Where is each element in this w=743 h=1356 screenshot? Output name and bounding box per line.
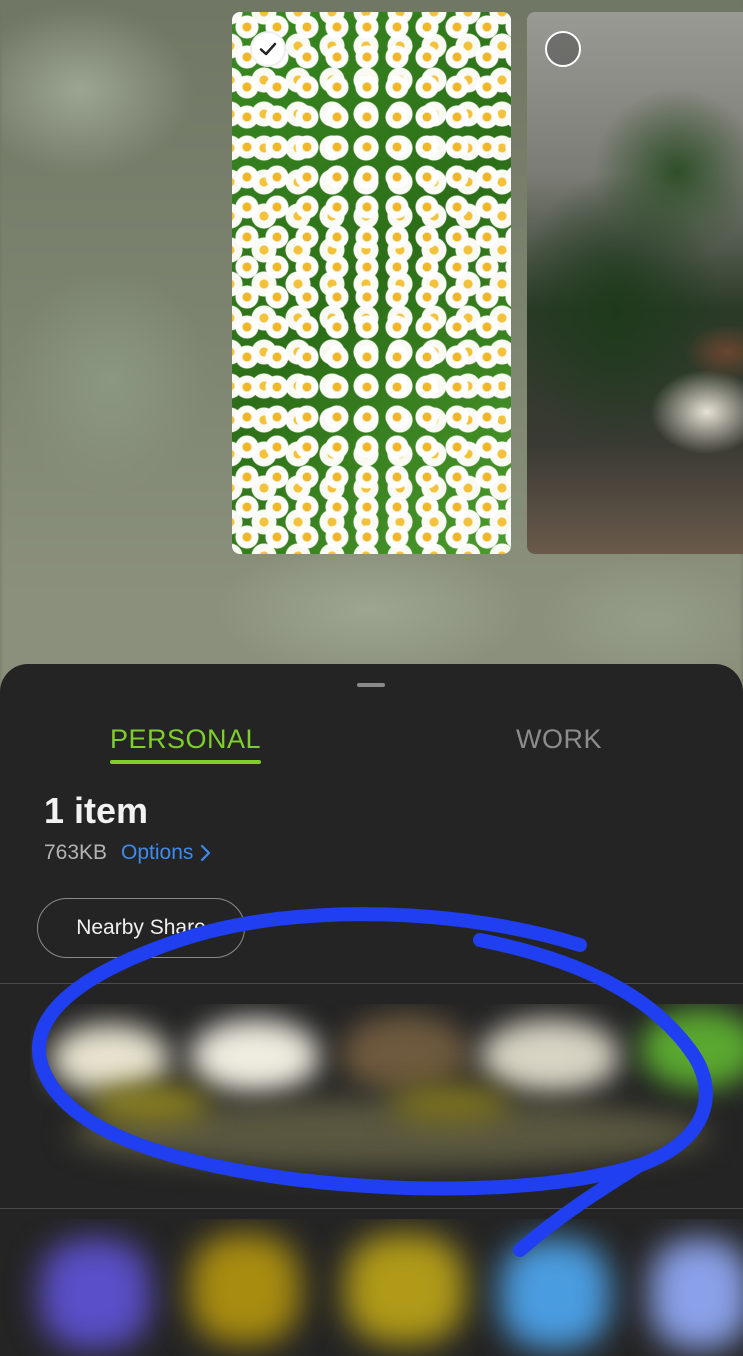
chevron-right-icon [201, 844, 211, 862]
options-label: Options [121, 841, 194, 864]
share-sheet: PERSONAL WORK 1 item 763KB Options Nearb… [0, 664, 743, 1356]
blurred-contacts-row [30, 1004, 743, 1194]
file-size: 763KB [44, 841, 108, 864]
selection-check-icon[interactable] [250, 31, 286, 67]
check-icon [259, 42, 277, 56]
divider [0, 983, 743, 984]
tab-personal[interactable]: PERSONAL [110, 724, 261, 755]
tab-work[interactable]: WORK [516, 724, 602, 755]
blurred-apps-row [0, 1219, 743, 1356]
photo-thumbnail-daisies[interactable] [232, 12, 511, 554]
active-tab-indicator [110, 760, 261, 764]
photo-thumbnail-coffee[interactable] [527, 12, 743, 554]
item-count: 1 item [44, 790, 149, 831]
drag-handle[interactable] [357, 683, 385, 687]
options-link[interactable]: Options [121, 841, 212, 865]
divider [0, 1208, 743, 1209]
nearby-share-button[interactable]: Nearby Share [37, 898, 245, 958]
selection-circle-icon[interactable] [545, 31, 581, 67]
